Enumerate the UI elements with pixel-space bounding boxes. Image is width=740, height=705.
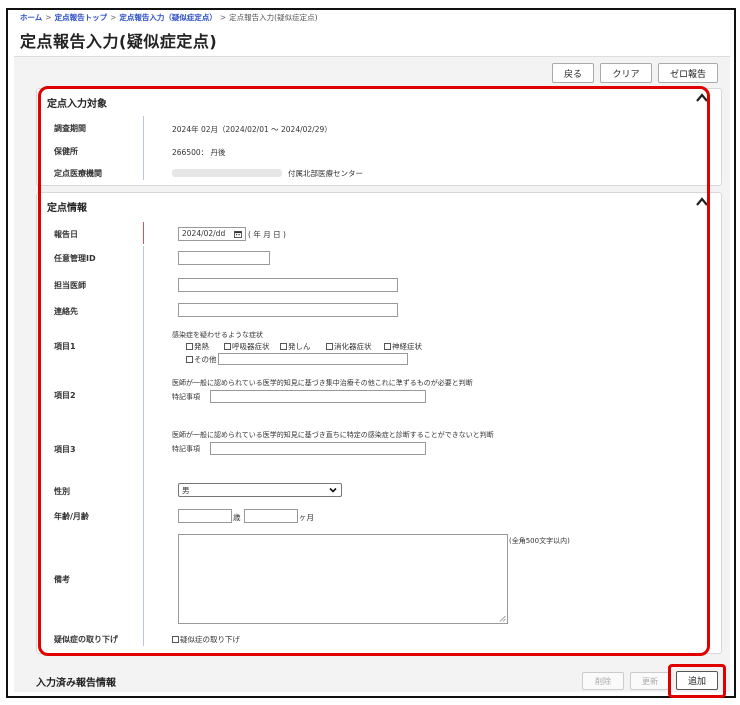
target-divider — [143, 116, 144, 180]
breadcrumb-report-top[interactable]: 定点報告トップ — [55, 13, 108, 22]
report-date-format: ( 年 月 日 ) — [248, 230, 286, 239]
survey-period-value: 2024年 02月（2024/02/01 ～ 2024/02/29） — [172, 125, 332, 134]
item3-intro: 医師が一般に認められている医学的知見に基づき直ちに特定の感染症と診断することがで… — [172, 431, 494, 439]
item3-label: 項目3 — [54, 445, 76, 454]
institution-label: 定点医療機関 — [54, 169, 102, 178]
age-label: 年齢/月齢 — [54, 512, 89, 521]
zero-report-button[interactable]: ゼロ報告 — [658, 63, 718, 83]
respiratory-checkbox[interactable]: 呼吸器症状 — [224, 341, 270, 352]
target-section-title: 定点入力対象 — [47, 99, 107, 110]
item3-note-label: 特記事項 — [172, 445, 200, 453]
health-center-label: 保健所 — [54, 147, 78, 156]
remarks-label: 備考 — [54, 575, 70, 584]
institution-redacted — [172, 169, 282, 177]
back-button[interactable]: 戻る — [552, 63, 594, 83]
contact-input[interactable] — [178, 303, 398, 317]
item2-note-input[interactable] — [210, 390, 426, 403]
item2-intro: 医師が一般に認められている医学的知見に基づき集中治療その他これに準ずるものが必要… — [172, 379, 473, 387]
age-months-unit: ヶ月 — [299, 513, 314, 522]
digestive-checkbox[interactable]: 消化器症状 — [326, 341, 372, 352]
calendar-icon[interactable] — [234, 230, 242, 238]
breadcrumb-report-input[interactable]: 定点報告入力（疑似症定点） — [119, 13, 217, 22]
report-date-label: 報告日 — [54, 230, 78, 239]
sex-select[interactable]: 男 — [178, 483, 342, 497]
withdraw-label: 疑似症の取り下げ — [54, 635, 118, 644]
item2-note-label: 特記事項 — [172, 393, 200, 401]
resize-handle-icon[interactable] — [499, 615, 506, 622]
report-date-input[interactable]: 2024/02/dd — [178, 227, 246, 241]
age-years-unit: 歳 — [233, 513, 241, 522]
collapse-chevron-icon[interactable] — [695, 196, 709, 208]
info-divider — [143, 246, 144, 646]
item1-intro: 感染症を疑わせるような症状 — [172, 331, 263, 339]
add-button[interactable]: 追加 — [676, 671, 718, 690]
other-checkbox[interactable]: その他 — [186, 354, 217, 365]
target-panel: 定点入力対象 — [36, 88, 722, 186]
neuro-checkbox[interactable]: 神経症状 — [384, 341, 422, 352]
doctor-input[interactable] — [178, 278, 398, 292]
survey-period-label: 調査期間 — [54, 124, 86, 133]
management-id-label: 任意管理ID — [54, 254, 96, 263]
item2-label: 項目2 — [54, 391, 76, 400]
item1-label: 項目1 — [54, 342, 76, 351]
page-title: 定点報告入力(疑似症定点) — [20, 32, 218, 51]
age-months-input[interactable] — [244, 509, 298, 523]
item3-note-input[interactable] — [210, 442, 426, 455]
collapse-chevron-icon[interactable] — [695, 92, 709, 104]
doctor-label: 担当医師 — [54, 281, 86, 290]
withdraw-checkbox[interactable]: 疑似症の取り下げ — [172, 634, 240, 645]
age-years-input[interactable] — [178, 509, 232, 523]
chevron-down-icon — [329, 487, 337, 493]
breadcrumb-current: 定点報告入力(疑似症定点) — [229, 13, 318, 22]
submitted-section-title: 入力済み報告情報 — [36, 678, 116, 689]
required-divider — [143, 222, 144, 244]
other-input[interactable] — [218, 353, 408, 365]
contact-label: 連絡先 — [54, 307, 78, 316]
rash-checkbox[interactable]: 発しん — [280, 341, 311, 352]
institution-value: 付属北部医療センター — [288, 169, 363, 178]
update-button[interactable]: 更新 — [630, 672, 670, 690]
sex-label: 性別 — [54, 487, 70, 496]
info-section-title: 定点情報 — [47, 203, 87, 214]
remarks-hint: (全角500文字以内) — [509, 537, 570, 545]
health-center-value: 266500： 丹後 — [172, 148, 226, 157]
breadcrumb-home[interactable]: ホーム — [20, 13, 42, 22]
clear-button[interactable]: クリア — [600, 63, 652, 83]
breadcrumb: ホーム > 定点報告トップ > 定点報告入力（疑似症定点） > 定点報告入力(疑似症定点) — [20, 13, 318, 22]
delete-button[interactable]: 削除 — [582, 672, 624, 690]
management-id-input[interactable] — [178, 251, 270, 265]
fever-checkbox[interactable]: 発熱 — [186, 341, 209, 352]
remarks-textarea[interactable] — [178, 534, 508, 624]
